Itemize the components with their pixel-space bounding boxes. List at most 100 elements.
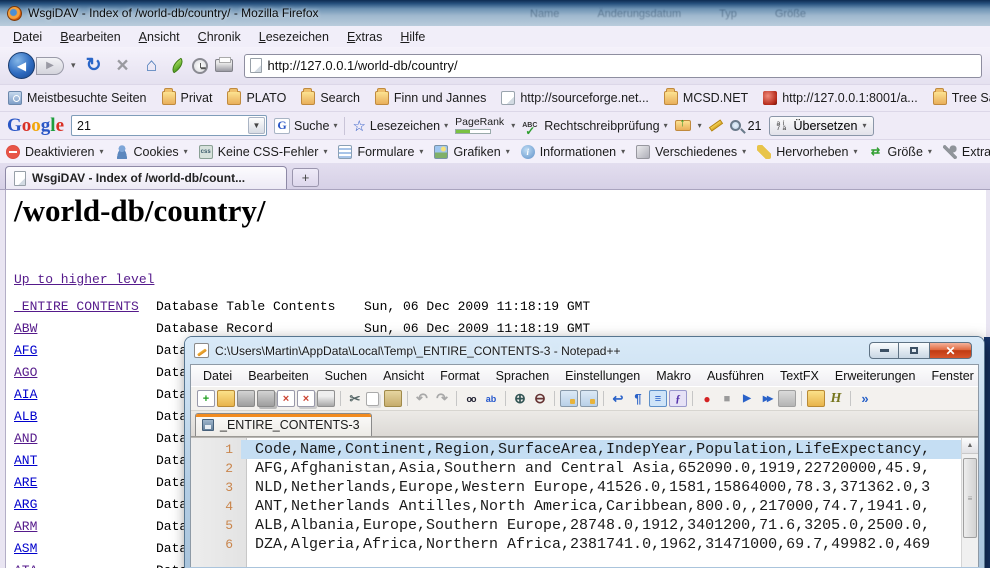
feed-icon[interactable]	[168, 58, 185, 74]
pilcrow-button[interactable]	[629, 390, 647, 407]
bearbeiten-menu[interactable]: Bearbeiten	[51, 28, 129, 46]
highlighter-icon[interactable]	[708, 119, 722, 131]
bookmark-item[interactable]: PLATO	[227, 91, 286, 105]
stop-button[interactable]: ×	[112, 54, 134, 78]
func-button[interactable]	[669, 390, 687, 407]
entry-link[interactable]: ARG	[14, 494, 156, 516]
bearbeiten-menu[interactable]: Bearbeiten	[240, 368, 316, 384]
history-clock-icon[interactable]	[192, 58, 208, 74]
webdev-item[interactable]: Deaktivieren ▾	[6, 145, 104, 159]
pagerank-widget[interactable]: PageRank	[455, 117, 504, 134]
bookmark-item[interactable]: Meistbesuchte Seiten	[8, 91, 147, 105]
datei-menu[interactable]: Datei	[4, 28, 51, 46]
webdev-item[interactable]: Extras ▾	[943, 145, 990, 159]
suchen-menu[interactable]: Suchen	[317, 368, 375, 384]
bookmark-item[interactable]: http://127.0.0.1:8001/a...	[763, 91, 918, 105]
save-all-button[interactable]	[257, 390, 275, 407]
maximize-button[interactable]	[899, 342, 929, 359]
chevron-down-icon[interactable]: ▾	[511, 121, 515, 130]
undo-button[interactable]	[413, 390, 431, 407]
save-button[interactable]	[237, 390, 255, 407]
webdev-item[interactable]: Hervorheben ▾	[757, 145, 857, 159]
chevron-down-icon[interactable]: ▾	[698, 121, 702, 130]
webdev-item[interactable]: ⇄ Größe ▾	[868, 145, 931, 159]
paste-button[interactable]	[384, 390, 402, 407]
send-to-icon[interactable]	[675, 120, 691, 131]
print-button[interactable]	[215, 59, 233, 72]
bookmark-item[interactable]: Search	[301, 91, 360, 105]
entry-link[interactable]: ANT	[14, 450, 156, 472]
copy-button[interactable]	[366, 392, 379, 406]
webdev-item[interactable]: Verschiedenes ▾	[636, 145, 746, 159]
datei-menu[interactable]: Datei	[195, 368, 240, 384]
stop-play-button[interactable]	[718, 390, 736, 407]
entry-link[interactable]: AFG	[14, 340, 156, 362]
chronik-menu[interactable]: Chronik	[189, 28, 250, 46]
url-bar[interactable]: http://127.0.0.1/world-db/country/	[244, 54, 982, 78]
wrap-button[interactable]	[609, 390, 627, 407]
einstellungen-menu[interactable]: Einstellungen	[557, 368, 648, 384]
webdev-item[interactable]: Grafiken ▾	[434, 145, 509, 159]
close-button[interactable]: ✕	[929, 342, 972, 359]
scroll-up-icon[interactable]: ▲	[962, 438, 978, 454]
replace-button[interactable]	[482, 390, 500, 407]
entry-link[interactable]: ATA	[14, 560, 156, 568]
sprachen-menu[interactable]: Sprachen	[488, 368, 558, 384]
open-button[interactable]	[217, 390, 235, 407]
webdev-item[interactable]: Formulare ▾	[338, 145, 423, 159]
new-tab-button[interactable]: +	[292, 168, 319, 187]
forward-button[interactable]: ▶	[36, 57, 64, 75]
bookmark-item[interactable]: Tree Samples	[933, 91, 990, 105]
indent-button[interactable]	[649, 390, 667, 407]
cut-button[interactable]	[346, 390, 364, 407]
ext-h-button[interactable]	[827, 390, 845, 407]
webdev-item[interactable]: css Keine CSS-Fehler ▾	[199, 145, 328, 159]
vertical-scrollbar[interactable]: ▲ ≡	[961, 438, 978, 567]
zoom-out-button[interactable]	[531, 390, 549, 407]
sync-h-button[interactable]	[580, 390, 598, 407]
google-bookmarks-button[interactable]: ☆ Lesezeichen ▾	[352, 117, 448, 135]
entry-link[interactable]: ASM	[14, 538, 156, 560]
save-macro-button[interactable]	[778, 390, 796, 407]
bookmark-item[interactable]: Finn und Jannes	[375, 91, 486, 105]
format-menu[interactable]: Format	[432, 368, 488, 384]
close-button[interactable]	[277, 390, 295, 407]
document-tab[interactable]: _ENTIRE_CONTENTS-3	[195, 413, 372, 436]
reload-button[interactable]: ↻	[83, 54, 105, 78]
more-button[interactable]	[856, 390, 874, 407]
google-search-input[interactable]: 21 ▼	[71, 115, 267, 136]
redo-button[interactable]	[433, 390, 451, 407]
translate-button[interactable]: aí7ä Übersetzen ▾	[769, 116, 875, 136]
sync-v-button[interactable]	[560, 390, 578, 407]
editor-area[interactable]: 1Code,Name,Continent,Region,SurfaceArea,…	[191, 437, 978, 567]
makro-menu[interactable]: Makro	[648, 368, 699, 384]
print-button[interactable]	[317, 390, 335, 407]
tab-active[interactable]: WsgiDAV - Index of /world-db/count...	[5, 166, 287, 189]
new-button[interactable]	[197, 390, 215, 407]
entry-link[interactable]: AGO	[14, 362, 156, 384]
lesezeichen-menu[interactable]: Lesezeichen	[250, 28, 338, 46]
play-button[interactable]	[738, 390, 756, 407]
spellcheck-button[interactable]: ABC Rechtschreibprüfung ▾	[522, 119, 667, 133]
entry-link[interactable]: ALB	[14, 406, 156, 428]
hilfe-menu[interactable]: Hilfe	[391, 28, 434, 46]
zoom-in-button[interactable]	[511, 390, 529, 407]
find-button[interactable]	[462, 390, 480, 407]
ext-folder-button[interactable]	[807, 390, 825, 407]
bookmark-item[interactable]: MCSD.NET	[664, 91, 748, 105]
entry-link[interactable]: AND	[14, 428, 156, 450]
bookmark-item[interactable]: http://sourceforge.net...	[501, 91, 649, 105]
extras-menu[interactable]: Extras	[338, 28, 391, 46]
entry-link[interactable]: AIA	[14, 384, 156, 406]
bookmark-item[interactable]: Privat	[162, 91, 213, 105]
entry-link[interactable]: ARM	[14, 516, 156, 538]
webdev-item[interactable]: i Informationen ▾	[521, 145, 625, 159]
google-search-button[interactable]: G Suche ▾	[274, 118, 337, 134]
record-button[interactable]	[698, 390, 716, 407]
notepad-titlebar[interactable]: C:\Users\Martin\AppData\Local\Temp\_ENTI…	[190, 337, 979, 364]
search-dropdown-icon[interactable]: ▼	[248, 117, 265, 134]
erweiterungen-menu[interactable]: Erweiterungen	[827, 368, 924, 384]
history-dropdown-icon[interactable]: ▾	[71, 60, 76, 71]
back-button[interactable]: ◀	[8, 52, 35, 79]
zoom-find-icon[interactable]	[730, 120, 741, 131]
